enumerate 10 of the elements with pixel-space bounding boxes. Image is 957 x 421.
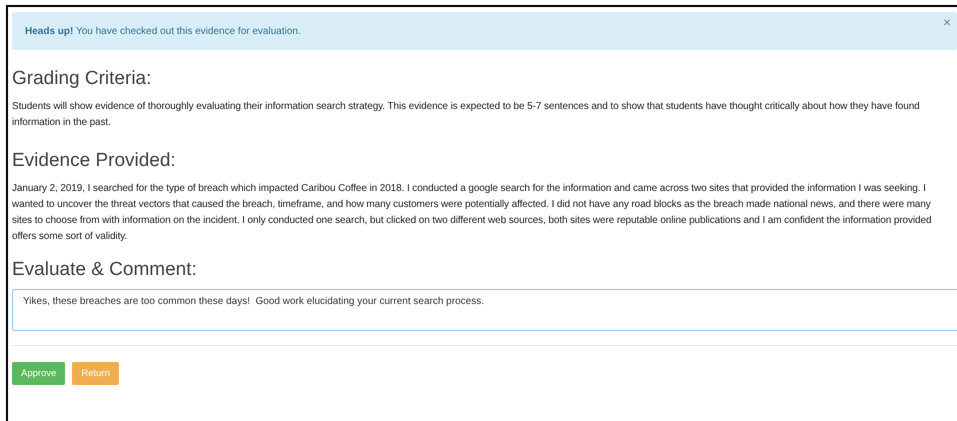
- section-heading: Evaluate & Comment:: [12, 258, 198, 282]
- action-button[interactable]: Approve: [12, 362, 66, 385]
- section-heading: Grading Criteria:: [12, 67, 152, 91]
- close-button[interactable]: ×: [938, 14, 955, 30]
- action-button[interactable]: Return: [72, 362, 119, 385]
- section-text: Students will show evidence of thoroughly evaluating their information search strategy. This evidence is expected to be 5-7 sentences and to show that students have thought critically about how they have found information in the past.: [12, 100, 921, 130]
- alert-message: Heads up! You have checked out this evidence for evaluation.: [25, 26, 301, 36]
- comment-field[interactable]: Yikes, these breaches are too common these days! Good work elucidating your current search process.: [12, 288, 957, 331]
- section-heading: Evidence Provided:: [12, 148, 177, 173]
- section-text: January 2, 2019, I searched for the type of breach which impacted Caribou Coffee in 2018. I conducted a google search for the information and came across two sites that provided the information I was seeking. I wanted to uncover the threat vectors that caused the breach, timeframe, and how many customers were potentially affected. I did not have any road blocks as the breach made national news, and there were many sites to choose from with information on the incident. I only conducted one search, but clicked on two different web sources, both sites were reputable online publications and I am confident the information provided offers some sort of validity.: [12, 182, 932, 244]
